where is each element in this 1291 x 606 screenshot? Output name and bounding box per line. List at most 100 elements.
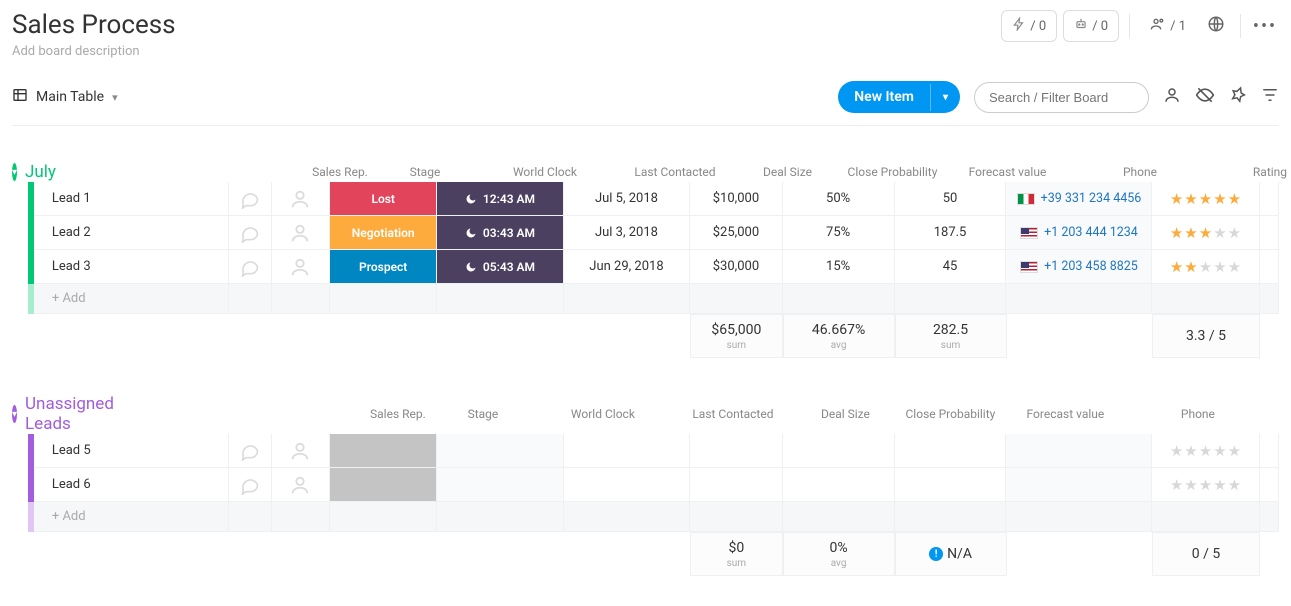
column-header[interactable]: Rating <box>1215 165 1291 179</box>
rating-stars[interactable]: ★★★★★ <box>1170 224 1241 242</box>
last-contacted-cell[interactable]: Jul 5, 2018 <box>564 182 691 216</box>
chevron-down-icon: ▾ <box>112 91 118 104</box>
stage-cell[interactable] <box>330 434 436 467</box>
table-row[interactable]: Lead 2 Negotiation03:43 AMJul 3, 2018$25,… <box>28 216 1279 250</box>
rating-stars[interactable]: ★★★★★ <box>1170 476 1241 494</box>
phone-link[interactable]: +1 203 458 8825 <box>1044 259 1138 274</box>
filter-button[interactable] <box>1261 86 1279 108</box>
deal-size-cell[interactable]: $30,000 <box>690 250 782 284</box>
board-members[interactable]: / 1 <box>1140 10 1196 42</box>
table-row[interactable]: Lead 5 ★★★★★ <box>28 434 1279 468</box>
column-header[interactable]: Rating <box>1273 407 1291 421</box>
sales-rep-cell[interactable] <box>272 434 330 468</box>
item-name[interactable]: Lead 3 <box>34 250 229 284</box>
column-header[interactable]: Phone <box>1123 407 1273 421</box>
group-title[interactable]: Unassigned Leads <box>25 394 114 434</box>
forecast-cell[interactable]: 50 <box>895 182 1007 216</box>
deal-size-cell[interactable]: $25,000 <box>690 216 782 250</box>
column-header[interactable]: Forecast value <box>1008 407 1123 421</box>
close-prob-cell[interactable]: 15% <box>783 250 895 284</box>
view-switcher[interactable]: Main Table ▾ <box>12 87 118 107</box>
column-header[interactable]: Last Contacted <box>610 165 740 179</box>
deal-size-cell[interactable]: $10,000 <box>690 182 782 216</box>
group-collapse-toggle[interactable]: ▾ <box>12 405 17 423</box>
close-prob-cell[interactable]: 75% <box>783 216 895 250</box>
last-contacted-cell[interactable]: Jul 3, 2018 <box>564 216 691 250</box>
flag-icon <box>1020 227 1038 239</box>
updates-button[interactable] <box>229 468 272 502</box>
globe-icon <box>1207 15 1225 37</box>
column-header[interactable]: Phone <box>1065 165 1215 179</box>
more-options-button[interactable]: ••• <box>1251 12 1279 40</box>
forecast-cell[interactable]: 45 <box>895 250 1007 284</box>
column-header[interactable]: Sales Rep. <box>368 407 428 421</box>
group-collapse-toggle[interactable]: ▾ <box>12 163 17 181</box>
rating-stars[interactable]: ★★★★★ <box>1170 442 1241 460</box>
stage-cell[interactable]: Lost <box>330 182 436 215</box>
forecast-cell[interactable] <box>895 434 1007 468</box>
forecast-cell[interactable] <box>895 468 1007 502</box>
add-row-button[interactable]: + Add <box>34 502 229 532</box>
stage-cell[interactable]: Prospect <box>330 250 436 283</box>
phone-link[interactable]: +39 331 234 4456 <box>1041 191 1142 206</box>
search-input[interactable] <box>974 82 1149 113</box>
stage-cell[interactable]: Negotiation <box>330 216 436 249</box>
world-clock-cell[interactable]: 12:43 AM <box>437 182 563 215</box>
column-header[interactable]: Sales Rep. <box>310 165 370 179</box>
board-description[interactable]: Add board description <box>12 44 176 59</box>
last-contacted-cell[interactable] <box>564 434 691 468</box>
deal-size-cell[interactable] <box>690 434 782 468</box>
table-row[interactable]: Lead 3 Prospect05:43 AMJun 29, 2018$30,00… <box>28 250 1279 284</box>
new-item-button[interactable]: New Item ▾ <box>838 81 960 113</box>
close-prob-cell[interactable] <box>783 434 895 468</box>
forecast-cell[interactable]: 187.5 <box>895 216 1007 250</box>
pin-button[interactable] <box>1229 86 1247 108</box>
page-title[interactable]: Sales Process <box>12 10 176 40</box>
last-contacted-cell[interactable]: Jun 29, 2018 <box>564 250 691 284</box>
rating-stars[interactable]: ★★★★★ <box>1170 190 1241 208</box>
person-filter-button[interactable] <box>1163 86 1181 108</box>
hide-columns-button[interactable] <box>1195 85 1215 109</box>
last-contacted-cell[interactable] <box>564 468 691 502</box>
item-name[interactable]: Lead 5 <box>34 434 229 468</box>
updates-button[interactable] <box>229 182 272 216</box>
column-header[interactable]: Stage <box>370 165 480 179</box>
column-header[interactable]: Stage <box>428 407 538 421</box>
world-clock-cell[interactable]: 05:43 AM <box>437 250 563 283</box>
rating-stars[interactable]: ★★★★★ <box>1170 258 1241 276</box>
activity-log-button[interactable] <box>1202 12 1230 40</box>
column-header[interactable]: Deal Size <box>798 407 893 421</box>
group-title[interactable]: July <box>25 162 56 182</box>
column-header[interactable]: World Clock <box>480 165 610 179</box>
deal-size-cell[interactable] <box>690 468 782 502</box>
world-clock-cell[interactable]: 03:43 AM <box>437 216 563 249</box>
column-header[interactable]: Deal Size <box>740 165 835 179</box>
close-prob-cell[interactable] <box>783 468 895 502</box>
item-name[interactable]: Lead 2 <box>34 216 229 250</box>
phone-link[interactable]: +1 203 444 1234 <box>1044 225 1138 240</box>
close-prob-cell[interactable]: 50% <box>783 182 895 216</box>
automation-badge-1[interactable]: / 0 <box>1001 10 1057 42</box>
item-name[interactable]: Lead 1 <box>34 182 229 216</box>
sales-rep-cell[interactable] <box>272 216 330 250</box>
sales-rep-cell[interactable] <box>272 250 330 284</box>
updates-button[interactable] <box>229 216 272 250</box>
table-icon <box>12 87 28 107</box>
updates-button[interactable] <box>229 434 272 468</box>
sales-rep-cell[interactable] <box>272 182 330 216</box>
dots-icon: ••• <box>1253 16 1277 37</box>
updates-button[interactable] <box>229 250 272 284</box>
automation-badge-2[interactable]: / 0 <box>1063 10 1119 42</box>
column-header[interactable]: Close Probability <box>893 407 1008 421</box>
table-row[interactable]: Lead 1 Lost12:43 AMJul 5, 2018$10,00050%5… <box>28 182 1279 216</box>
stage-cell[interactable] <box>330 468 436 501</box>
table-row[interactable]: Lead 6 ★★★★★ <box>28 468 1279 502</box>
column-header[interactable]: Forecast value <box>950 165 1065 179</box>
column-header[interactable]: Last Contacted <box>668 407 798 421</box>
column-header[interactable]: Close Probability <box>835 165 950 179</box>
sales-rep-cell[interactable] <box>272 468 330 502</box>
chevron-down-icon[interactable]: ▾ <box>930 84 960 111</box>
add-row-button[interactable]: + Add <box>34 284 229 314</box>
column-header[interactable]: World Clock <box>538 407 668 421</box>
item-name[interactable]: Lead 6 <box>34 468 229 502</box>
